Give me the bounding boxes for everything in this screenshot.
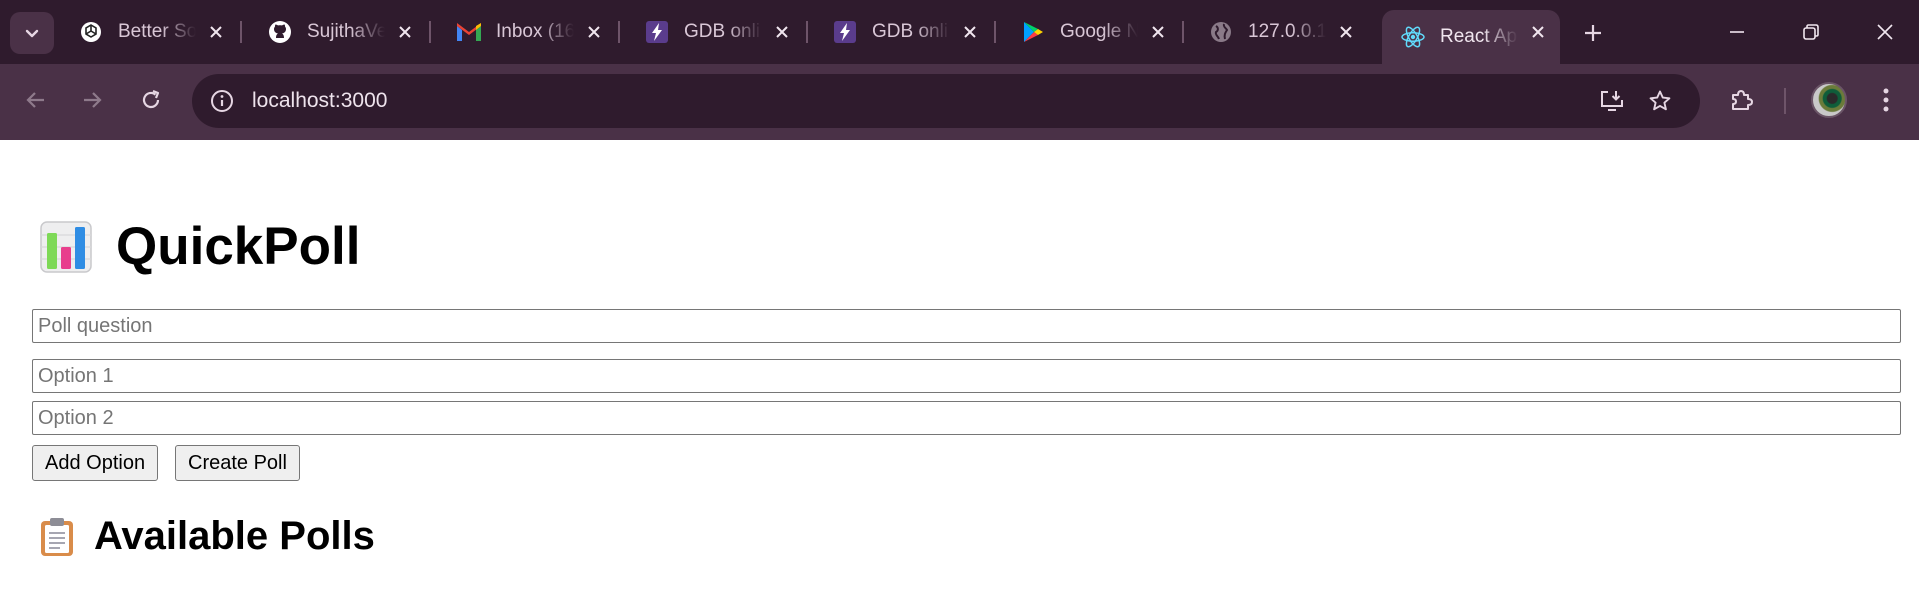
poll-question-input[interactable] xyxy=(32,309,1901,343)
plus-icon xyxy=(1585,25,1601,41)
tab-title: GDB onli xyxy=(872,21,949,42)
toolbar-separator xyxy=(1784,88,1786,114)
tab-separator xyxy=(618,21,620,43)
tab-strip: Better So SujithaVe Inbox (16 GDB onli G… xyxy=(0,0,1919,64)
minimize-icon xyxy=(1730,31,1744,33)
address-bar[interactable]: localhost:3000 xyxy=(192,74,1700,128)
close-window-button[interactable] xyxy=(1850,8,1919,56)
browser-tab[interactable]: GDB onli xyxy=(626,10,808,54)
google-play-icon xyxy=(1020,19,1046,45)
tab-title: GDB onli xyxy=(684,21,761,42)
arrow-right-icon xyxy=(84,92,102,108)
restore-icon xyxy=(1803,24,1819,40)
menu-button[interactable] xyxy=(1864,78,1908,122)
browser-tab-active[interactable]: React Ap xyxy=(1382,10,1560,64)
globe-icon xyxy=(1208,19,1234,45)
close-icon xyxy=(1877,24,1893,40)
tab-separator xyxy=(994,21,996,43)
tab-separator xyxy=(806,21,808,43)
browser-chrome: Better So SujithaVe Inbox (16 GDB onli G… xyxy=(0,0,1919,140)
page-content: QuickPoll Add Option Create Poll Availab… xyxy=(0,140,1919,603)
close-tab-icon[interactable] xyxy=(1332,18,1360,46)
github-icon xyxy=(267,19,293,45)
close-tab-icon[interactable] xyxy=(956,18,984,46)
lightning-icon xyxy=(832,19,858,45)
browser-tab[interactable]: GDB onli xyxy=(814,10,996,54)
tab-title: Google N xyxy=(1060,21,1138,42)
new-tab-button[interactable] xyxy=(1572,12,1614,54)
extensions-button[interactable] xyxy=(1720,78,1764,122)
app-title: QuickPoll xyxy=(116,217,361,276)
url-text: localhost:3000 xyxy=(252,89,388,112)
tab-title: 127.0.0.1 xyxy=(1248,21,1326,42)
forward-button[interactable] xyxy=(70,78,114,122)
minimize-button[interactable] xyxy=(1702,8,1772,56)
close-tab-icon[interactable] xyxy=(1524,18,1552,46)
kebab-menu-icon xyxy=(1883,88,1889,112)
clipboard-emoji-icon xyxy=(41,517,73,556)
option-1-input[interactable] xyxy=(32,359,1901,393)
react-icon xyxy=(1400,24,1426,50)
openai-icon xyxy=(78,19,104,45)
browser-tab[interactable]: Google N xyxy=(1002,10,1184,54)
lightning-icon xyxy=(644,19,670,45)
chevron-down-icon xyxy=(25,29,39,38)
browser-tab[interactable]: Inbox (16 xyxy=(438,10,620,54)
close-tab-icon[interactable] xyxy=(768,18,796,46)
tab-title: React Ap xyxy=(1440,26,1518,47)
tab-separator xyxy=(429,21,431,43)
polls-heading-text: Available Polls xyxy=(94,514,375,558)
polls-heading: Available Polls xyxy=(40,514,375,559)
bar-chart-emoji-icon xyxy=(40,220,92,273)
tab-title: SujithaVe xyxy=(307,21,385,42)
arrow-left-icon xyxy=(26,92,44,108)
profile-avatar[interactable] xyxy=(1811,82,1847,118)
tab-title: Better So xyxy=(118,21,196,42)
puzzle-icon xyxy=(1732,90,1753,110)
gmail-icon xyxy=(456,19,482,45)
option-2-input[interactable] xyxy=(32,401,1901,435)
close-tab-icon[interactable] xyxy=(391,18,419,46)
tab-search-button[interactable] xyxy=(10,12,54,54)
tab-title: Inbox (16 xyxy=(496,21,574,42)
tab-separator xyxy=(240,21,242,43)
restore-button[interactable] xyxy=(1776,8,1846,56)
back-button[interactable] xyxy=(14,78,58,122)
add-option-button[interactable]: Add Option xyxy=(32,445,159,481)
browser-tab[interactable]: SujithaVe xyxy=(249,10,431,54)
close-tab-icon[interactable] xyxy=(580,18,608,46)
browser-tab[interactable]: 127.0.0.1 xyxy=(1190,10,1368,54)
install-app-icon[interactable] xyxy=(1594,83,1630,119)
close-tab-icon[interactable] xyxy=(1144,18,1172,46)
reload-icon xyxy=(142,89,160,109)
browser-toolbar: localhost:3000 xyxy=(0,64,1919,140)
star-icon[interactable] xyxy=(1642,83,1678,119)
close-tab-icon[interactable] xyxy=(202,18,230,46)
browser-tab[interactable]: Better So xyxy=(60,10,242,54)
tab-separator xyxy=(1182,21,1184,43)
reload-button[interactable] xyxy=(129,78,173,122)
page-title: QuickPoll xyxy=(40,216,360,277)
create-poll-button[interactable]: Create Poll xyxy=(175,445,300,481)
site-info-icon[interactable] xyxy=(204,83,240,119)
